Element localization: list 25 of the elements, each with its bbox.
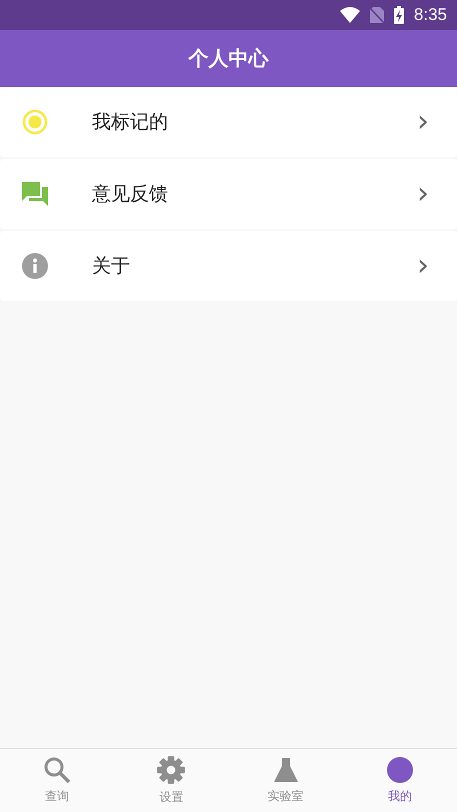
tab[interactable]: 查询 xyxy=(0,749,114,812)
search-icon xyxy=(43,756,72,784)
chevron-icon: › xyxy=(417,179,457,209)
menu-item[interactable]: 我标记的 › xyxy=(0,87,457,157)
info-icon xyxy=(22,253,48,279)
page-title: 个人中心 xyxy=(188,45,268,72)
tab[interactable]: 设置 xyxy=(114,749,228,812)
menu-item[interactable]: 关于 › xyxy=(0,231,457,301)
battery-icon xyxy=(394,6,404,24)
menu-label: 我标记的 xyxy=(92,110,169,135)
tab[interactable]: 实验室 xyxy=(228,749,343,812)
menu-item[interactable]: 意见反馈 › xyxy=(0,159,457,229)
menu-label: 关于 xyxy=(92,254,131,279)
profile-circle-icon xyxy=(386,756,414,784)
settings-icon xyxy=(156,755,186,785)
status-time: 8:35 xyxy=(414,5,447,25)
no-sim-icon xyxy=(370,7,384,23)
chevron-icon: › xyxy=(417,107,457,137)
tab[interactable]: 我的 xyxy=(342,749,457,812)
wifi-icon xyxy=(340,7,360,23)
flask-icon xyxy=(272,756,300,784)
target-dot-icon xyxy=(22,109,48,135)
chat-bubbles-icon xyxy=(22,182,48,206)
menu-label: 意见反馈 xyxy=(92,182,169,207)
chevron-icon: › xyxy=(417,251,457,281)
